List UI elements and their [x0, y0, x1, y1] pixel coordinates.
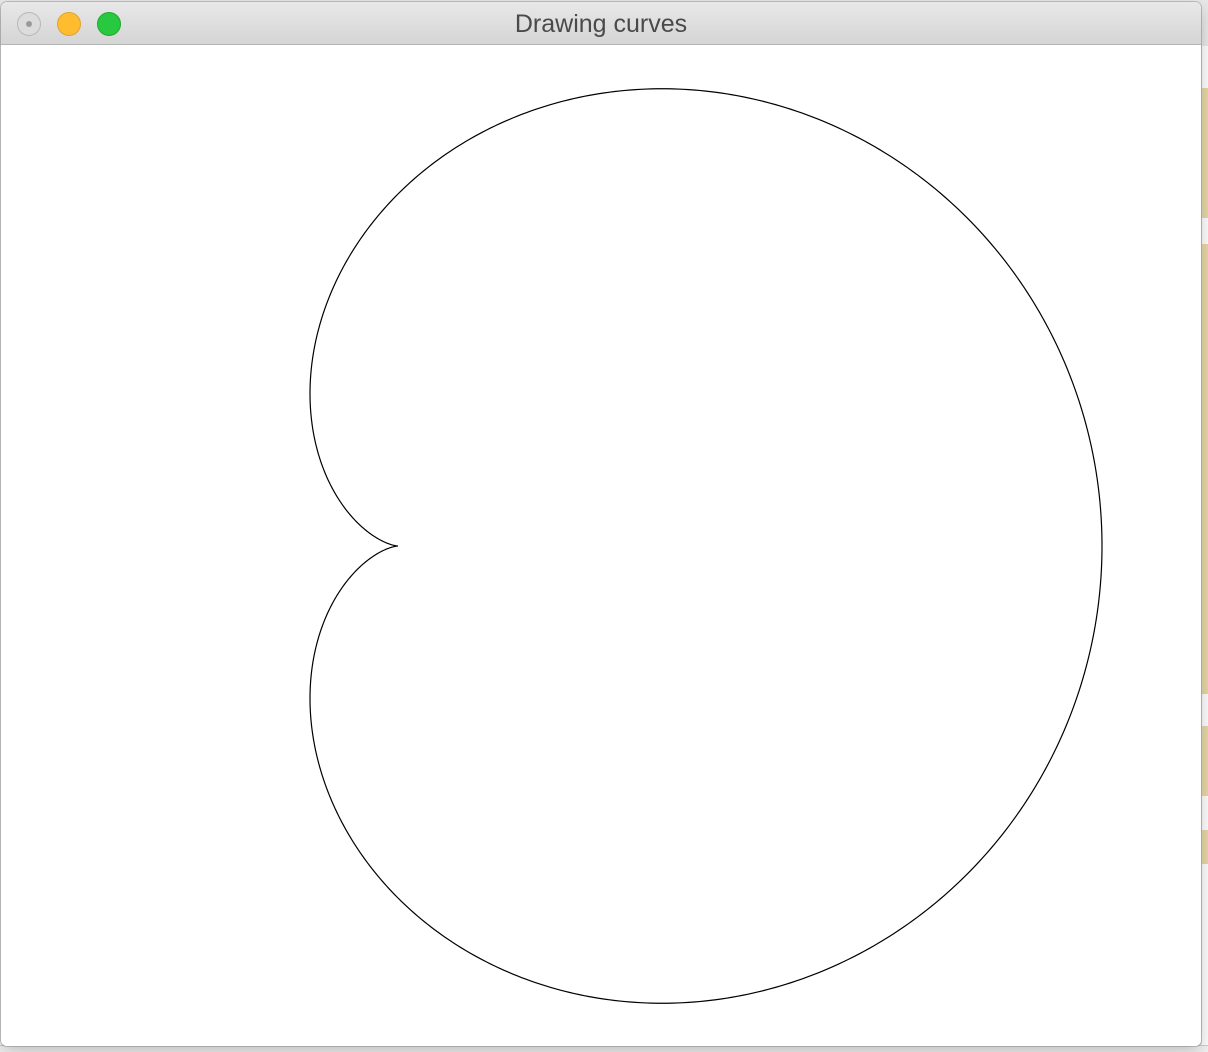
window-title: Drawing curves: [514, 10, 688, 38]
cardioid-curve: [309, 88, 1103, 1004]
drawing-canvas: [1, 45, 1201, 1046]
background-highlight: [1202, 726, 1208, 796]
title-bar[interactable]: Drawing curves: [1, 2, 1201, 45]
background-window-edge: [0, 1045, 1208, 1052]
curve-canvas: [309, 88, 1103, 1004]
desktop: Drawing curves: [0, 0, 1208, 1052]
drawing-window: Drawing curves: [1, 2, 1201, 1046]
background-highlight: [1202, 88, 1208, 218]
background-highlight: [1202, 830, 1208, 864]
background-highlight: [1202, 244, 1208, 694]
